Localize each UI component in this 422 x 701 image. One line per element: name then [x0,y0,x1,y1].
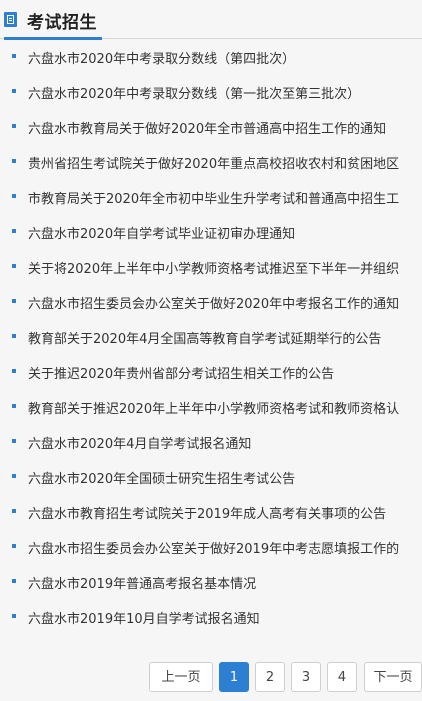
list-item[interactable]: 六盘水市2020年中考录取分数线（第一批次至第三批次） [0,75,422,110]
document-icon [4,12,17,27]
news-link[interactable]: 关于推迟2020年贵州省部分考试招生相关工作的公告 [28,363,334,382]
list-item[interactable]: 六盘水市招生委员会办公室关于做好2019年中考志愿填报工作的 [0,530,422,565]
bullet-icon [12,404,16,408]
list-item[interactable]: 教育部关于2020年4月全国高等教育自学考试延期举行的公告 [0,320,422,355]
page-4-button[interactable]: 4 [327,662,357,692]
news-link[interactable]: 六盘水市2020年全国硕士研究生招生考试公告 [28,468,295,487]
page-2-button[interactable]: 2 [255,662,285,692]
list-item[interactable]: 六盘水市2020年全国硕士研究生招生考试公告 [0,460,422,495]
bullet-icon [12,54,16,58]
section-header: 考试招生 [0,0,422,40]
news-link[interactable]: 六盘水市2020年中考录取分数线（第四批次） [28,48,295,67]
list-item[interactable]: 关于推迟2020年贵州省部分考试招生相关工作的公告 [0,355,422,390]
bullet-icon [12,159,16,163]
pagination: 上一页 1 2 3 4 下一页 [0,662,422,694]
news-link[interactable]: 关于将2020年上半年中小学教师资格考试推迟至下半年一并组织 [28,258,399,277]
list-item[interactable]: 市教育局关于2020年全市初中毕业生升学考试和普通高中招生工 [0,180,422,215]
news-link[interactable]: 六盘水市2020年自学考试毕业证初审办理通知 [28,223,295,242]
news-link[interactable]: 六盘水市2020年中考录取分数线（第一批次至第三批次） [28,83,360,102]
bullet-icon [12,334,16,338]
bullet-icon [12,264,16,268]
news-link[interactable]: 六盘水市招生委员会办公室关于做好2019年中考志愿填报工作的 [28,538,399,557]
news-link[interactable]: 六盘水市2020年4月自学考试报名通知 [28,433,251,452]
list-item[interactable]: 六盘水市招生委员会办公室关于做好2020年中考报名工作的通知 [0,285,422,320]
list-item[interactable]: 贵州省招生考试院关于做好2020年重点高校招收农村和贫困地区 [0,145,422,180]
bullet-icon [12,614,16,618]
section-title: 考试招生 [27,13,97,33]
news-link[interactable]: 六盘水市招生委员会办公室关于做好2020年中考报名工作的通知 [28,293,399,312]
bullet-icon [12,474,16,478]
news-link[interactable]: 市教育局关于2020年全市初中毕业生升学考试和普通高中招生工 [28,188,399,207]
bullet-icon [12,124,16,128]
news-link[interactable]: 六盘水市2019年10月自学考试报名通知 [28,608,260,627]
bullet-icon [12,509,16,513]
bullet-icon [12,194,16,198]
news-link[interactable]: 六盘水市教育局关于做好2020年全市普通高中招生工作的通知 [28,118,386,137]
news-link[interactable]: 教育部关于2020年4月全国高等教育自学考试延期举行的公告 [28,328,381,347]
bullet-icon [12,369,16,373]
list-item[interactable]: 六盘水市教育招生考试院关于2019年成人高考有关事项的公告 [0,495,422,530]
list-item[interactable]: 六盘水市教育局关于做好2020年全市普通高中招生工作的通知 [0,110,422,145]
list-item[interactable]: 关于将2020年上半年中小学教师资格考试推迟至下半年一并组织 [0,250,422,285]
list-item[interactable]: 教育部关于推迟2020年上半年中小学教师资格考试和教师资格认 [0,390,422,425]
bullet-icon [12,439,16,443]
bullet-icon [12,299,16,303]
news-link[interactable]: 六盘水市教育招生考试院关于2019年成人高考有关事项的公告 [28,503,386,522]
bullet-icon [12,579,16,583]
list-item[interactable]: 六盘水市2020年中考录取分数线（第四批次） [0,40,422,75]
list-item[interactable]: 六盘水市2020年自学考试毕业证初审办理通知 [0,215,422,250]
news-panel: 考试招生 六盘水市2020年中考录取分数线（第四批次） 六盘水市2020年中考录… [0,0,422,701]
news-link[interactable]: 六盘水市2019年普通高考报名基本情况 [28,573,256,592]
news-link[interactable]: 贵州省招生考试院关于做好2020年重点高校招收农村和贫困地区 [28,153,399,172]
page-1-button[interactable]: 1 [219,662,249,692]
list-item[interactable]: 六盘水市2019年普通高考报名基本情况 [0,565,422,600]
prev-page-button[interactable]: 上一页 [149,662,213,692]
list-item[interactable]: 六盘水市2019年10月自学考试报名通知 [0,600,422,635]
next-page-button[interactable]: 下一页 [364,662,422,692]
bullet-icon [12,89,16,93]
bullet-icon [12,544,16,548]
news-link[interactable]: 教育部关于推迟2020年上半年中小学教师资格考试和教师资格认 [28,398,399,417]
bullet-icon [12,229,16,233]
page-3-button[interactable]: 3 [291,662,321,692]
list-item[interactable]: 六盘水市2020年4月自学考试报名通知 [0,425,422,460]
